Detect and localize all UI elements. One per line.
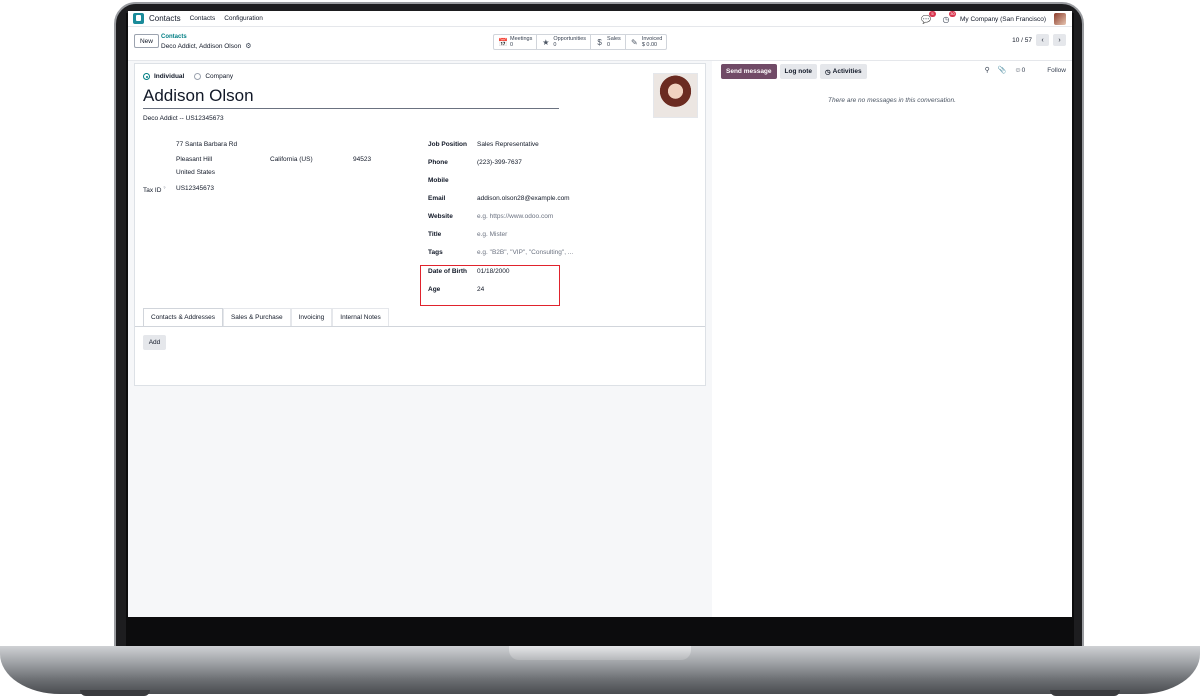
contacts-app-icon[interactable] xyxy=(133,13,144,24)
log-note-button[interactable]: Log note xyxy=(779,64,817,79)
contact-name-field[interactable]: Addison Olson xyxy=(143,86,559,109)
email-label: Email xyxy=(428,195,446,202)
radio-company[interactable]: Company xyxy=(194,73,233,80)
chatter-tools: ⚲ 📎 ☺0 Follow xyxy=(985,66,1066,75)
empty-conversation-text: There are no messages in this conversati… xyxy=(828,97,956,104)
tab-divider xyxy=(135,326,705,327)
control-panel: New Contacts Deco Addict, Addison Olson … xyxy=(128,27,1072,61)
radio-individual[interactable]: Individual xyxy=(143,73,184,80)
city-field[interactable]: Pleasant Hill xyxy=(176,156,212,163)
meetings-button[interactable]: 📅 Meetings 0 xyxy=(494,35,538,49)
zip-field[interactable]: 94523 xyxy=(353,156,371,163)
gear-icon[interactable]: ⚙ xyxy=(245,42,251,50)
form-sheet: Individual Company Addison Olson Deco Ad… xyxy=(134,63,706,386)
activities-label: Activities xyxy=(832,68,862,75)
sales-value: 0 xyxy=(607,42,611,48)
breadcrumb-current: Deco Addict, Addison Olson ⚙ xyxy=(161,42,252,51)
paperclip-icon[interactable]: 📎 xyxy=(998,66,1007,74)
new-button[interactable]: New xyxy=(134,34,159,48)
chat-badge: 5 xyxy=(929,11,937,17)
breadcrumb-current-label: Deco Addict, Addison Olson xyxy=(161,42,242,50)
pager: 10 / 57 ‹ › xyxy=(1012,34,1066,46)
title-label: Title xyxy=(428,231,442,238)
laptop-foot-left xyxy=(80,690,150,696)
phone-field[interactable]: (223)-399-7637 xyxy=(477,159,522,166)
user-avatar[interactable] xyxy=(1054,13,1066,25)
chat-icon[interactable]: 💬 5 xyxy=(920,11,937,25)
street-field[interactable]: 77 Santa Barbara Rd xyxy=(176,141,237,148)
clock-icon: ◷ xyxy=(824,68,831,76)
breadcrumb-parent[interactable]: Contacts xyxy=(161,34,187,40)
navbar-right: 💬 5 ◷ 30 My Company (San Francisco) xyxy=(920,11,1066,27)
follow-button[interactable]: Follow xyxy=(1047,67,1066,74)
laptop-foot-right xyxy=(1050,690,1120,696)
menu-contacts[interactable]: Contacts xyxy=(190,15,216,22)
invoiced-button[interactable]: ✎ Invoiced $ 0.00 xyxy=(626,35,667,49)
edit-icon: ✎ xyxy=(630,37,638,47)
calendar-icon: 📅 xyxy=(498,37,508,47)
opportunities-value: 0 xyxy=(553,42,557,48)
search-icon[interactable]: ⚲ xyxy=(985,66,990,74)
pager-value[interactable]: 10 / 57 xyxy=(1012,37,1032,44)
app-screen: Contacts Contacts Configuration 💬 5 ◷ 30 M… xyxy=(128,11,1072,617)
chevron-left-icon[interactable]: ‹ xyxy=(1036,34,1049,46)
website-label: Website xyxy=(428,213,453,220)
star-icon: ★ xyxy=(542,37,550,47)
tags-field[interactable]: e.g. "B2B", "VIP", "Consulting", ... xyxy=(477,249,573,256)
followers-count: 0 xyxy=(1021,66,1026,74)
followers-button[interactable]: ☺0 xyxy=(1014,67,1025,74)
company-type-radio: Individual Company xyxy=(143,73,233,80)
user-icon: ☺ xyxy=(1014,66,1022,74)
dollar-icon: $ xyxy=(597,37,602,47)
tags-label: Tags xyxy=(428,249,443,256)
laptop-notch xyxy=(509,646,691,660)
tax-id-field[interactable]: US12345673 xyxy=(176,185,214,192)
tab-contacts-addresses[interactable]: Contacts & Addresses xyxy=(143,308,223,326)
send-message-button[interactable]: Send message xyxy=(721,64,777,79)
top-navbar: Contacts Contacts Configuration 💬 5 ◷ 30 M… xyxy=(128,11,1072,27)
menu-configuration[interactable]: Configuration xyxy=(224,15,263,22)
tax-id-label-text: Tax ID xyxy=(143,187,162,195)
meetings-value: 0 xyxy=(510,42,514,48)
tab-sales-purchase[interactable]: Sales & Purchase xyxy=(222,308,291,326)
tab-invoicing[interactable]: Invoicing xyxy=(290,308,333,326)
state-field[interactable]: California (US) xyxy=(270,156,313,163)
company-switcher[interactable]: My Company (San Francisco) xyxy=(960,16,1046,23)
chatter-actions: Send message Log note ◷ Activities xyxy=(721,64,867,79)
country-field[interactable]: United States xyxy=(176,169,215,176)
email-field[interactable]: addison.olson28@example.com xyxy=(477,195,570,202)
website-field[interactable]: e.g. https://www.odoo.com xyxy=(477,213,553,220)
mobile-field[interactable] xyxy=(477,177,577,185)
radio-off-icon xyxy=(194,73,202,80)
app-name[interactable]: Contacts xyxy=(149,14,181,23)
clock-icon[interactable]: ◷ 30 xyxy=(940,11,957,25)
sales-button[interactable]: $ Sales 0 xyxy=(591,35,626,49)
chatter-panel: Send message Log note ◷ Activities ⚲ 📎 ☺0… xyxy=(712,61,1072,617)
highlight-box xyxy=(420,265,560,306)
contact-photo[interactable] xyxy=(653,73,698,118)
invoiced-value: $ 0.00 xyxy=(641,42,658,48)
title-field[interactable]: e.g. Mister xyxy=(477,231,507,238)
notebook-tabs: Contacts & Addresses Sales & Purchase In… xyxy=(143,308,389,326)
radio-on-icon xyxy=(143,73,150,80)
tax-id-label: Tax ID ? xyxy=(143,185,165,194)
smart-buttons: 📅 Meetings 0 ★ Opportunities 0 $ Sales 0 ✎ … xyxy=(493,34,668,50)
help-icon[interactable]: ? xyxy=(163,185,165,190)
opportunities-button[interactable]: ★ Opportunities 0 xyxy=(537,35,592,49)
parent-company[interactable]: Deco Addict -- US12345673 xyxy=(143,115,224,122)
chevron-right-icon[interactable]: › xyxy=(1053,34,1066,46)
activity-badge: 30 xyxy=(949,11,957,17)
job-position-field[interactable]: Sales Representative xyxy=(477,141,539,148)
job-position-label: Job Position xyxy=(428,141,467,148)
add-contact-button[interactable]: Add xyxy=(143,335,166,350)
activities-button[interactable]: ◷ Activities xyxy=(819,64,867,79)
tab-internal-notes[interactable]: Internal Notes xyxy=(332,308,389,326)
mobile-label: Mobile xyxy=(428,177,449,184)
phone-label: Phone xyxy=(428,159,448,166)
